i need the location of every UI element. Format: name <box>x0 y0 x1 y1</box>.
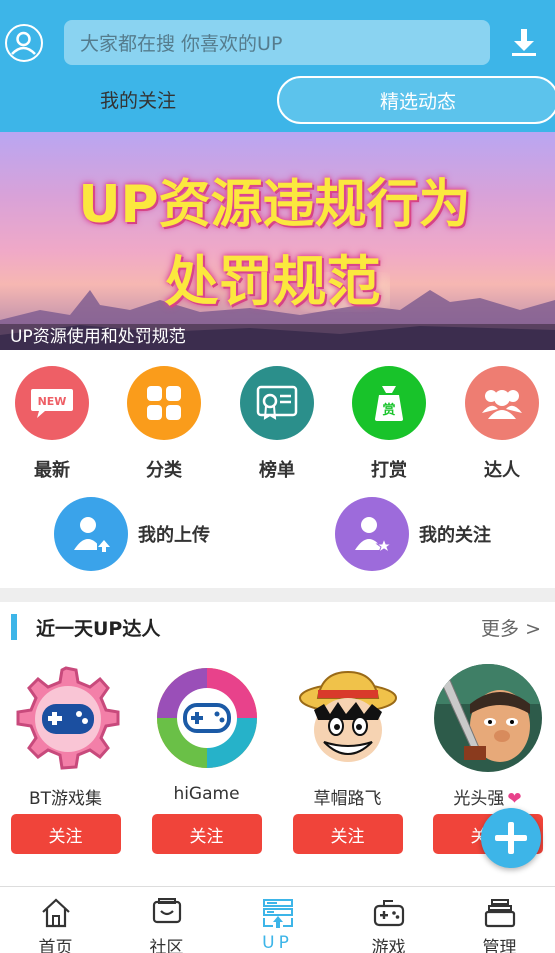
tab-my-follow[interactable]: 我的关注 <box>0 76 276 122</box>
group-icon <box>465 366 539 440</box>
plus-icon <box>495 822 527 854</box>
section-title: 近一天UP达人 <box>36 618 161 640</box>
nav-manage[interactable]: 管理 <box>444 887 555 953</box>
svg-text:赏: 赏 <box>382 402 395 418</box>
certificate-icon <box>240 366 314 440</box>
category-label: 达人 <box>484 460 520 481</box>
bald-qiang-avatar <box>433 664 542 772</box>
new-icon: NEW <box>15 366 89 440</box>
nav-label: 首页 <box>38 938 73 953</box>
user-star-icon <box>335 497 409 571</box>
my-uploads-link[interactable]: 我的上传 <box>54 497 210 571</box>
banner-title-line2: 处罚规范 <box>164 250 381 313</box>
grid-icon <box>127 366 201 440</box>
quick-link-label: 我的关注 <box>419 525 491 546</box>
my-follows-link[interactable]: 我的关注 <box>335 497 491 571</box>
up-user-name: 光头强 ❤ <box>430 784 545 809</box>
heart-badge-icon: ❤ <box>507 789 522 809</box>
quick-link-label: 我的上传 <box>138 525 210 546</box>
banner[interactable]: UP资源违规行为 处罚规范 UP资源使用和处罚规范 <box>0 132 555 350</box>
search-placeholder: 大家都在搜 你喜欢的UP <box>80 33 283 55</box>
up-user-name: BT游戏集 <box>28 789 103 809</box>
tab-featured[interactable]: 精选动态 <box>277 76 555 124</box>
svg-text:NEW: NEW <box>38 395 67 408</box>
search-input[interactable]: 大家都在搜 你喜欢的UP <box>64 20 490 65</box>
banner-caption: UP资源使用和处罚规范 <box>0 324 555 350</box>
tab-label: 我的关注 <box>99 89 176 112</box>
luffy-avatar <box>294 664 402 772</box>
user-upload-icon <box>54 497 128 571</box>
banner-title-line1: UP资源违规行为 <box>78 175 471 235</box>
follow-button[interactable]: 关注 <box>10 814 121 854</box>
nav-home[interactable]: 首页 <box>0 887 111 953</box>
section-divider <box>0 588 555 602</box>
follow-button[interactable]: 关注 <box>151 814 262 854</box>
category-new[interactable]: NEW 最新 <box>7 366 97 482</box>
user-avatar-icon[interactable] <box>5 24 43 62</box>
category-reward[interactable]: 赏 打赏 <box>344 366 434 482</box>
up-user-card[interactable]: 草帽路飞 关注 <box>290 664 405 854</box>
up-user-card[interactable]: BT游戏集 关注 <box>8 664 123 854</box>
download-icon[interactable] <box>508 26 540 58</box>
up-user-card[interactable]: hiGame 关注 <box>149 664 264 854</box>
up-user-name: hiGame <box>173 784 240 804</box>
category-label: 最新 <box>34 460 70 481</box>
nav-label: UP <box>262 933 293 953</box>
follow-button[interactable]: 关注 <box>292 814 403 854</box>
gear-gamepad-avatar <box>12 664 120 772</box>
tab-label: 精选动态 <box>379 90 456 113</box>
nav-games[interactable]: 游戏 <box>333 887 444 953</box>
more-link[interactable]: 更多 > <box>481 614 541 641</box>
category-label: 打赏 <box>371 460 407 481</box>
top-header: 大家都在搜 你喜欢的UP 我的关注 精选动态 <box>0 0 555 132</box>
section-accent-bar <box>11 614 17 640</box>
category-ranking[interactable]: 榜单 <box>232 366 322 482</box>
higame-logo-avatar <box>153 664 261 772</box>
up-user-name-text: 光头强 <box>453 789 505 809</box>
add-fab-button[interactable] <box>481 808 541 868</box>
community-icon <box>152 898 181 924</box>
nav-up[interactable]: UP <box>222 887 333 953</box>
category-label: 榜单 <box>259 460 295 481</box>
up-user-name: 草帽路飞 <box>313 789 382 809</box>
home-icon <box>41 898 70 928</box>
money-bag-icon: 赏 <box>352 366 426 440</box>
up-section-header: 近一天UP达人 更多 > <box>0 602 555 654</box>
nav-label: 管理 <box>482 938 517 953</box>
gamepad-icon <box>373 900 404 927</box>
category-classify[interactable]: 分类 <box>119 366 209 482</box>
manage-icon <box>484 899 515 928</box>
nav-label: 社区 <box>149 938 184 953</box>
bottom-nav: 首页 社区 UP 游戏 管理 <box>0 886 555 953</box>
nav-label: 游戏 <box>371 938 406 953</box>
nav-community[interactable]: 社区 <box>111 887 222 953</box>
category-label: 分类 <box>146 460 182 481</box>
category-experts[interactable]: 达人 <box>457 366 547 482</box>
up-icon <box>262 899 293 928</box>
